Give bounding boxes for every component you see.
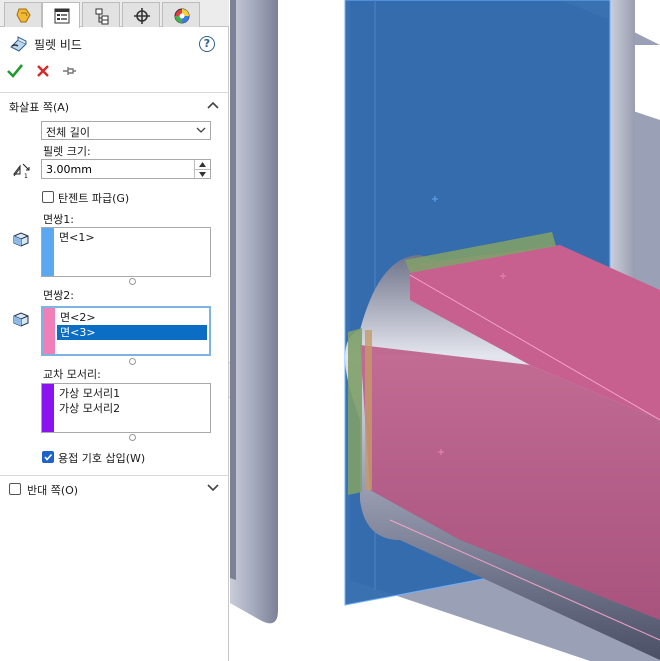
model-view [230,0,660,661]
left-post-edge [230,0,236,580]
display-manager-icon [174,8,190,24]
bead-length-value: 전체 길이 [46,126,90,139]
feature-manager-icon [16,8,31,23]
weld-symbol-label: 용접 기호 삽입(W) [58,452,146,465]
list-item[interactable]: 면<1> [56,230,208,245]
stepper-up-button[interactable] [195,160,210,170]
property-manager-panel: 필렛 비드 ? 화살표 쪽(A) 전체 길이 필렛 크기: 1 3.00mm 탄… [0,0,229,661]
pin-button[interactable] [60,62,80,82]
stepper-down-button[interactable] [195,170,210,179]
fillet-size-stepper[interactable] [41,159,211,179]
face-set1-color-strip [42,228,54,276]
face-set1-resize-handle[interactable] [129,278,136,285]
tab-display-manager[interactable] [162,2,200,27]
caret-down-icon [199,172,206,177]
weld-symbol-checkbox[interactable] [42,451,54,463]
arrow-side-title: 화살표 쪽(A) [9,101,70,114]
fillet-size-icon: 1 [13,163,30,180]
fillet-bead-icon [10,36,27,52]
face-set1-label: 면쌍1: [43,213,74,226]
other-side-header[interactable]: 반대 쪽(O) [0,479,229,499]
face-set2-items: 면<2> 면<3> [57,310,207,340]
fillet-bead-side [348,328,362,495]
face-set2-color-strip [43,308,55,354]
ok-button[interactable] [6,62,26,82]
intersect-resize-handle[interactable] [129,434,136,441]
fillet-bead-edge [365,330,372,490]
fillet-size-input[interactable] [44,161,196,177]
face-set1-list[interactable]: 면<1> [41,227,211,277]
tangent-propagation-checkbox[interactable] [42,191,54,203]
list-item[interactable]: 면<2> [57,310,207,325]
stepper-buttons [194,160,210,178]
check-icon [7,64,24,78]
other-side-checkbox[interactable] [9,483,21,495]
face-set2-resize-handle[interactable] [129,358,136,365]
face-set2-list[interactable]: 면<2> 면<3> [41,306,211,356]
configuration-manager-icon [95,8,109,25]
panel-title-row: 필렛 비드 ? [0,33,229,55]
fillet-size-label: 필렛 크기: [43,145,91,158]
arrow-side-header[interactable]: 화살표 쪽(A) [0,96,229,116]
property-manager-icon [54,8,70,24]
chevron-down-icon[interactable] [207,483,219,493]
svg-text:1: 1 [24,173,28,180]
intersect-edges-list[interactable]: 가상 모서리1 가상 모서리2 [41,383,211,433]
intersect-edges-items: 가상 모서리1 가상 모서리2 [56,386,208,416]
list-item[interactable]: 가상 모서리1 [56,386,208,401]
tangent-propagation-label: 탄젠트 파급(G) [58,192,130,205]
caret-up-icon [199,162,206,167]
tab-property-manager[interactable] [42,2,80,28]
manager-tabs [0,0,229,28]
checkmark-icon [44,453,53,461]
face-select-icon[interactable] [10,309,32,329]
tab-dimxpert-manager[interactable] [122,2,160,27]
divider [0,92,229,93]
page-title: 필렛 비드 [34,38,82,52]
close-icon [37,65,49,77]
face-set2-label: 면쌍2: [43,289,74,302]
cancel-button[interactable] [34,62,54,82]
bead-length-select[interactable]: 전체 길이 [41,121,211,140]
graphics-viewport[interactable] [230,0,660,661]
dimxpert-icon [134,8,150,24]
intersect-color-strip [42,384,54,432]
help-button[interactable]: ? [199,36,215,52]
right-upright [608,0,635,300]
other-side-title: 반대 쪽(O) [27,484,79,497]
tab-configuration-manager[interactable] [82,2,120,27]
chevron-down-icon [196,127,206,133]
face-select-icon[interactable] [10,229,32,249]
divider [0,475,229,476]
chevron-up-icon[interactable] [207,100,219,110]
pushpin-icon [63,67,76,75]
left-post-face [230,0,278,624]
face-set1-items: 면<1> [56,230,208,245]
intersect-edges-label: 교차 모서리: [43,368,101,381]
list-item[interactable]: 면<3> [57,325,207,340]
list-item[interactable]: 가상 모서리2 [56,401,208,416]
tab-feature-manager[interactable] [4,2,42,27]
